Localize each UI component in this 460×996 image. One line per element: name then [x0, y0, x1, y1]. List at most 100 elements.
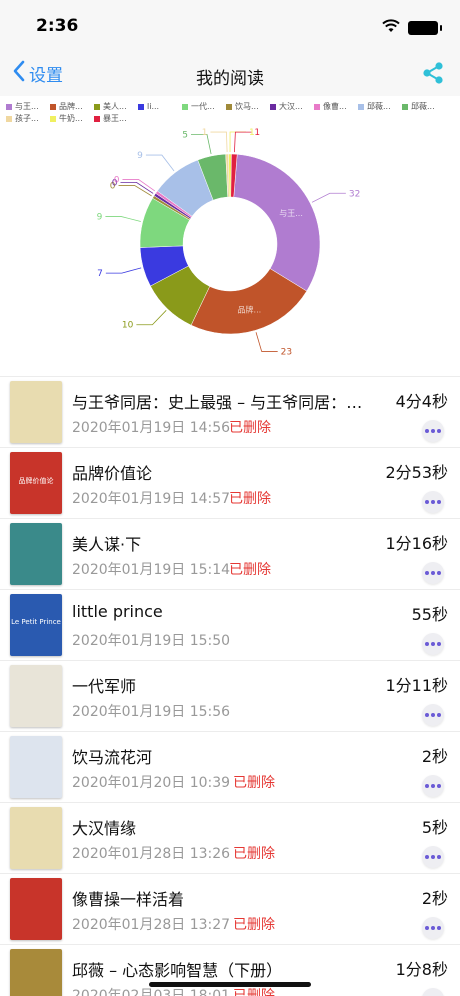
more-options-button[interactable]: [422, 633, 444, 655]
pie-leader-line: [145, 154, 175, 172]
legend-swatch: [358, 104, 364, 110]
more-dots-icon: [425, 429, 441, 433]
more-dots-icon: [425, 855, 441, 859]
share-icon: [420, 62, 446, 90]
share-button[interactable]: [420, 60, 446, 90]
pie-leader-line: [255, 332, 278, 352]
book-row[interactable]: 美人谋·下 1分16秒 2020年01月19日 15:14 已删除: [0, 518, 460, 589]
pie-leader-line: [229, 131, 247, 153]
more-dots-icon: [425, 571, 441, 575]
pie-slice: [233, 154, 321, 292]
reading-duration: 1分11秒: [385, 676, 448, 695]
more-options-button[interactable]: [422, 917, 444, 939]
legend-item: 邱薇...: [358, 101, 402, 113]
book-row[interactable]: 品牌价值论 品牌价值论 2分53秒 2020年01月19日 14:57 已删除: [0, 447, 460, 518]
read-date: 2020年01月19日 14:57: [72, 491, 231, 507]
book-title: 像曹操一样活着: [72, 890, 185, 909]
legend-label: 邱薇...: [411, 102, 435, 111]
more-dots-icon: [425, 500, 441, 504]
book-cover: [10, 807, 62, 869]
reading-duration: 55秒: [411, 605, 448, 624]
more-options-button[interactable]: [422, 420, 444, 442]
wifi-icon: [382, 18, 400, 37]
read-date: 2020年01月28日 13:26: [72, 846, 231, 862]
reading-duration: 2秒: [421, 889, 448, 908]
legend-label: 大汉...: [279, 102, 303, 111]
legend-swatch: [270, 104, 276, 110]
legend-item: 与王...: [6, 101, 50, 113]
legend-label: 饮马...: [235, 102, 259, 111]
read-date: 2020年01月19日 15:50: [72, 633, 231, 649]
book-cover: [10, 665, 62, 727]
status-time: 2:36: [36, 16, 79, 36]
reading-duration: 1分8秒: [395, 960, 448, 979]
pie-leader-line: [118, 185, 152, 197]
read-date: 2020年01月20日 10:39: [72, 775, 231, 791]
legend-item: 像曹...: [314, 101, 358, 113]
legend-item: 饮马...: [226, 101, 270, 113]
more-options-button[interactable]: [422, 491, 444, 513]
more-options-button[interactable]: [422, 704, 444, 726]
status-bar: 2:36: [0, 0, 460, 52]
page-title: 我的阅读: [196, 69, 264, 89]
book-title: 邱薇 – 心态影响智慧（下册）: [72, 961, 283, 980]
more-options-button[interactable]: [422, 988, 444, 996]
legend-label: li...: [147, 102, 160, 111]
book-cover-text: Le Petit Prince: [11, 618, 61, 626]
legend-label: 像曹...: [323, 102, 347, 111]
legend-item: 美人...: [94, 101, 138, 113]
book-row[interactable]: 大汉情缘 5秒 2020年01月28日 13:26 已删除: [0, 802, 460, 873]
legend-swatch: [182, 104, 188, 110]
legend-item: 一代...: [182, 101, 226, 113]
legend-label: 一代...: [191, 102, 215, 111]
donut-chart: 32与王...23品牌...107900095 1 1 1: [97, 128, 361, 357]
book-list: 与王爷同居：史上最强 – 与王爷同居：史... 4分4秒 2020年01月19日 1…: [0, 376, 460, 996]
book-row[interactable]: 饮马流花河 2秒 2020年01月20日 10:39 已删除: [0, 731, 460, 802]
book-row[interactable]: 一代军师 1分11秒 2020年01月19日 15:56: [0, 660, 460, 731]
reading-duration: 1分16秒: [385, 534, 448, 553]
battery-icon: [408, 20, 442, 35]
pie-value-label: 9: [137, 151, 143, 161]
navigation-bar: 设置 我的阅读: [0, 52, 460, 96]
book-cover: [10, 381, 62, 443]
legend-swatch: [50, 104, 56, 110]
book-row[interactable]: 邱薇 – 心态影响智慧（下册） 1分8秒 2020年02月03日 18:01 已删除: [0, 944, 460, 996]
book-row[interactable]: Le Petit Prince little prince 55秒 2020年01月1…: [0, 589, 460, 660]
legend-item: 大汉...: [270, 101, 314, 113]
legend-swatch: [138, 104, 144, 110]
book-cover: [10, 736, 62, 798]
more-dots-icon: [425, 713, 441, 717]
legend-swatch: [94, 104, 100, 110]
book-title: 大汉情缘: [72, 819, 137, 838]
pie-leader-line: [105, 216, 141, 222]
pie-leader-line: [120, 182, 154, 194]
pie-value-label: 1: [202, 128, 208, 138]
book-cover: [10, 523, 62, 585]
legend-swatch: [314, 104, 320, 110]
more-options-button[interactable]: [422, 846, 444, 868]
more-options-button[interactable]: [422, 775, 444, 797]
book-row[interactable]: 与王爷同居：史上最强 – 与王爷同居：史... 4分4秒 2020年01月19日 1…: [0, 376, 460, 447]
book-title: 美人谋·下: [72, 535, 142, 554]
legend-item: 品牌...: [50, 101, 94, 113]
pie-leader-line: [105, 267, 142, 274]
more-options-button[interactable]: [422, 562, 444, 584]
pie-slice-label: 品牌...: [238, 305, 262, 315]
book-cover: Le Petit Prince: [10, 594, 62, 656]
pie-value-label: 7: [97, 269, 103, 279]
book-title: 品牌价值论: [72, 464, 153, 483]
read-date: 2020年01月28日 13:27: [72, 917, 231, 933]
book-title: 与王爷同居：史上最强 – 与王爷同居：史...: [72, 393, 372, 412]
read-date: 2020年01月19日 15:14: [72, 562, 231, 578]
reading-duration: 5秒: [421, 818, 448, 837]
legend-label: 与王...: [15, 102, 39, 111]
deleted-badge: 已删除: [229, 491, 271, 507]
legend-item: li...: [138, 101, 182, 113]
home-indicator: [149, 982, 311, 987]
book-row[interactable]: 像曹操一样活着 2秒 2020年01月28日 13:27 已删除: [0, 873, 460, 944]
book-title: 一代军师: [72, 677, 137, 696]
pie-value-label: 0: [114, 175, 120, 185]
pie-value-label: 5: [182, 130, 188, 140]
pie-slice-label: 与王...: [279, 209, 303, 218]
legend-label: 品牌...: [59, 102, 83, 111]
